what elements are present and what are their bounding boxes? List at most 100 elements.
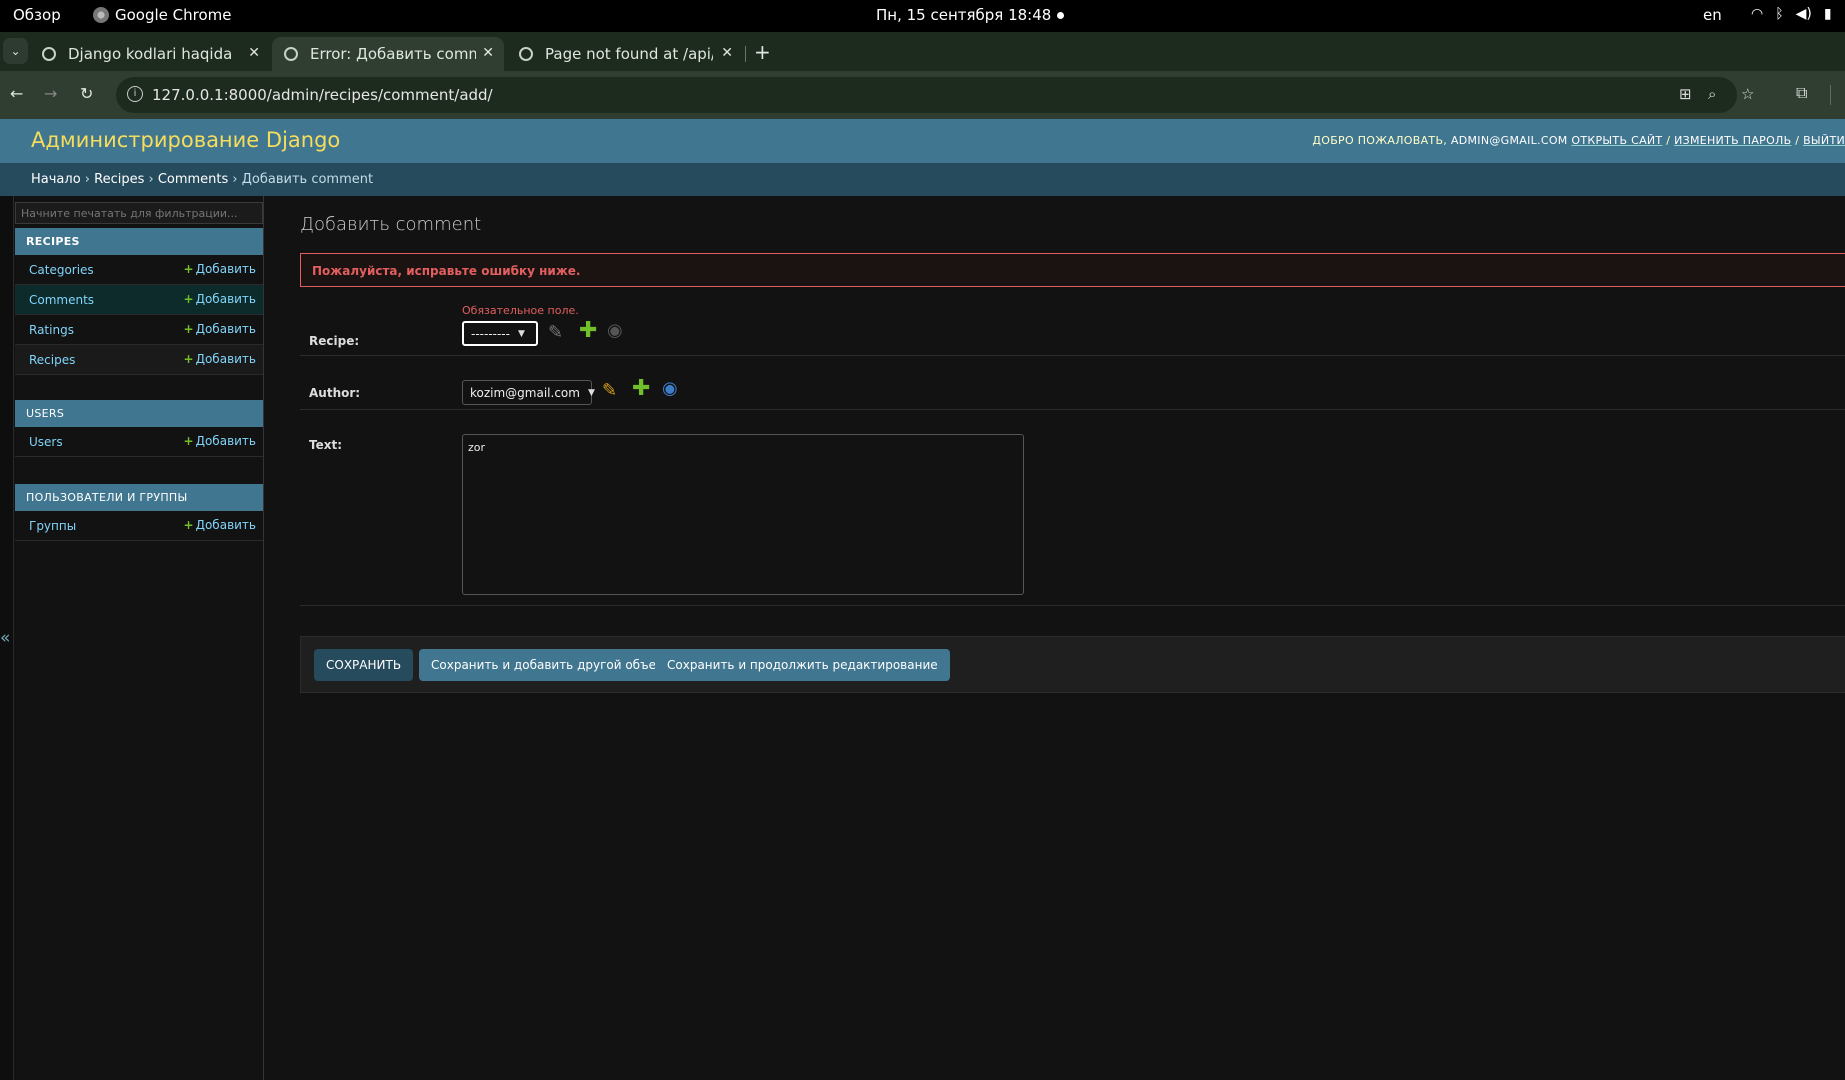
nav-filter-input[interactable] — [15, 202, 263, 224]
text-label: Text: — [309, 438, 343, 452]
view-eye-icon[interactable]: ◉ — [607, 320, 623, 341]
site-info-icon[interactable]: i — [127, 86, 143, 102]
edit-pencil-icon[interactable]: ✎ — [548, 322, 563, 343]
model-link[interactable]: Comments — [29, 293, 94, 307]
collapse-chevron-icon: « — [0, 628, 11, 648]
bookmark-star-icon[interactable]: ☆ — [1741, 85, 1754, 103]
clock[interactable]: Пн, 15 сентября 18:48 — [876, 6, 1051, 24]
save-add-another-button[interactable]: Сохранить и добавить другой объект — [419, 649, 683, 681]
sidebar-item-users: Users + Добавить — [15, 427, 263, 457]
edit-pencil-icon[interactable]: ✎ — [602, 380, 617, 401]
module-caption[interactable]: Пользователи и группы — [15, 484, 263, 511]
app-name: Google Chrome — [115, 6, 232, 24]
reload-icon[interactable]: ↻ — [80, 84, 93, 103]
logout-link[interactable]: Выйти — [1803, 134, 1845, 147]
add-link[interactable]: + Добавить — [184, 518, 256, 532]
tab-page-not-found[interactable]: Page not found at /api/v1 ✕ — [507, 37, 743, 71]
chatgpt-favicon-icon — [42, 47, 56, 61]
plus-icon: + — [183, 434, 194, 448]
change-password-link[interactable]: Изменить пароль — [1674, 134, 1791, 147]
forward-arrow-icon[interactable]: → — [44, 84, 57, 103]
extensions-icon[interactable]: ⧉ — [1796, 83, 1807, 103]
field-error: Обязательное поле. — [462, 304, 579, 317]
sidebar-item-comments: Comments + Добавить — [15, 285, 263, 315]
text-textarea[interactable]: zor — [462, 434, 1024, 595]
activities-button[interactable]: Обзор — [13, 6, 61, 24]
recipe-select-value: --------- — [471, 326, 510, 341]
form-row-author: Author: kozim@gmail.com ▼ ✎ ✚ ◉ — [300, 358, 1845, 410]
chevron-down-icon: ▼ — [587, 387, 595, 398]
toolbar-divider — [1830, 85, 1831, 105]
sidebar-item-ratings: Ratings + Добавить — [15, 315, 263, 345]
plus-icon: + — [183, 292, 194, 306]
add-related-plus-icon[interactable]: ✚ — [632, 376, 650, 401]
wifi-icon: ◠ — [1751, 6, 1764, 22]
error-note: Пожалуйста, исправьте ошибку ниже. — [300, 253, 1845, 287]
keyboard-layout[interactable]: en — [1703, 6, 1722, 24]
breadcrumb-current: Добавить comment — [241, 172, 374, 187]
volume-icon: ◀) — [1795, 6, 1812, 22]
save-button[interactable]: СОХРАНИТЬ — [314, 649, 414, 681]
sidebar-toggle[interactable]: « — [0, 196, 14, 1080]
close-tab-icon[interactable]: ✕ — [248, 45, 260, 61]
address-bar[interactable]: i 127.0.0.1:8000/admin/recipes/comment/a… — [116, 77, 1754, 113]
zoom-icon[interactable]: ⌕ — [1708, 85, 1716, 103]
breadcrumb: Начало › Recipes › Comments › Добавить c… — [0, 163, 1845, 196]
add-label: Добавить — [195, 322, 256, 336]
model-link[interactable]: Группы — [29, 519, 76, 533]
close-tab-icon[interactable]: ✕ — [482, 45, 494, 61]
url-text[interactable]: 127.0.0.1:8000/admin/recipes/comment/add… — [152, 86, 493, 104]
new-tab-icon[interactable]: + — [754, 40, 771, 64]
breadcrumb-model[interactable]: Comments — [158, 172, 228, 187]
submit-row: СОХРАНИТЬ Сохранить и добавить другой об… — [300, 636, 1845, 693]
tab-separator — [745, 46, 746, 62]
author-label: Author: — [309, 386, 361, 400]
model-link[interactable]: Users — [29, 435, 63, 449]
add-label: Добавить — [195, 518, 256, 532]
module-recipes: Recipes Categories + Добавить Comments + Д… — [15, 228, 263, 375]
view-eye-icon[interactable]: ◉ — [662, 378, 678, 399]
sidebar-item-recipes: Recipes + Добавить — [15, 345, 263, 375]
back-arrow-icon[interactable]: ← — [10, 84, 23, 103]
author-select[interactable]: kozim@gmail.com ▼ — [462, 380, 595, 405]
add-label: Добавить — [195, 292, 256, 306]
bluetooth-icon: ᛒ — [1775, 6, 1784, 22]
username: admin@gmail.com — [1450, 134, 1568, 147]
tab-title: Error: Добавить comment — [310, 45, 476, 63]
tab-title: Page not found at /api/v1 — [545, 45, 713, 63]
save-continue-button[interactable]: Сохранить и продолжить редактирование — [655, 649, 950, 681]
add-label: Добавить — [195, 434, 256, 448]
plus-icon: + — [183, 322, 194, 336]
tab-search-button[interactable]: ⌄ — [3, 38, 28, 64]
module-caption[interactable]: Users — [15, 400, 263, 427]
add-link[interactable]: + Добавить — [184, 434, 256, 448]
model-link[interactable]: Ratings — [29, 323, 74, 337]
model-link[interactable]: Categories — [29, 263, 94, 277]
add-link[interactable]: + Добавить — [184, 292, 256, 306]
add-related-plus-icon[interactable]: ✚ — [579, 318, 597, 343]
tab-error-add-comment[interactable]: Error: Добавить comment ✕ — [272, 37, 504, 71]
app-menu[interactable]: Google Chrome — [93, 6, 232, 24]
form-row-recipe: Обязательное поле. Recipe: --------- ▼ ✎… — [300, 304, 1845, 356]
add-link[interactable]: + Добавить — [184, 322, 256, 336]
module-users: Users Users + Добавить — [15, 400, 263, 457]
view-site-link[interactable]: Открыть сайт — [1571, 134, 1662, 147]
translate-icon[interactable]: ⊞ — [1679, 85, 1692, 103]
chrome-icon — [93, 7, 109, 23]
user-tools: Добро пожаловать, admin@gmail.com Открыт… — [1312, 134, 1845, 147]
tab-strip: ⌄ Django kodlari haqida ✕ Error: Добавит… — [0, 32, 1845, 71]
module-caption[interactable]: Recipes — [15, 228, 263, 255]
system-tray[interactable]: ◠ ᛒ ◀) ▮ — [1751, 6, 1832, 22]
close-tab-icon[interactable]: ✕ — [721, 45, 733, 61]
model-link[interactable]: Recipes — [29, 353, 75, 367]
breadcrumb-app[interactable]: Recipes — [94, 172, 144, 187]
plus-icon: + — [183, 518, 194, 532]
tab-django-kodlari[interactable]: Django kodlari haqida ✕ — [30, 37, 270, 71]
add-link[interactable]: + Добавить — [184, 262, 256, 276]
plus-icon: + — [183, 352, 194, 366]
recipe-select[interactable]: --------- ▼ — [462, 321, 538, 346]
breadcrumb-home[interactable]: Начало — [31, 172, 81, 187]
add-link[interactable]: + Добавить — [184, 352, 256, 366]
site-branding[interactable]: Администрирование Django — [31, 128, 340, 152]
tab-title: Django kodlari haqida — [68, 45, 233, 63]
